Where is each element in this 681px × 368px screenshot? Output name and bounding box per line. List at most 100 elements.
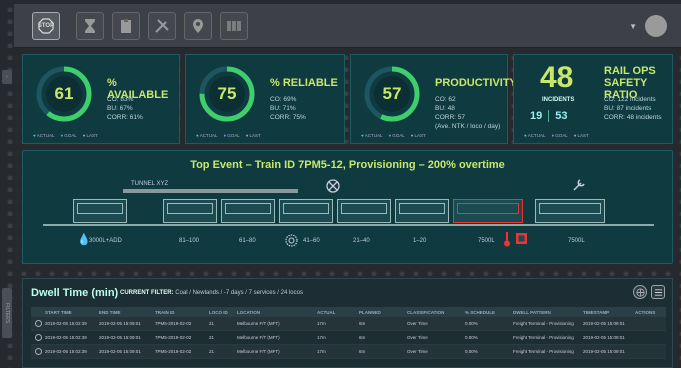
table-cell: 2019-02-05 15:09:01 — [583, 321, 625, 326]
available-value: 61 — [54, 84, 74, 103]
row-expand-cell[interactable] — [31, 334, 45, 341]
wagon[interactable] — [163, 199, 217, 223]
row-expand-cell[interactable] — [31, 348, 45, 355]
table-cell: 17m — [317, 349, 326, 354]
legend-goal: GOAL — [388, 133, 405, 138]
barcode-icon — [227, 21, 241, 31]
table-cell: 2019-02-05 15:02:39 — [45, 321, 87, 326]
table-cell: Freight Terminal - Provisioning — [513, 349, 574, 354]
current-filter: CURRENT FILTER: Coal / Newlands / -7 day… — [120, 290, 303, 296]
legend-actual: ACTUAL — [361, 133, 383, 138]
kpi-card-productivity[interactable]: 57 PRODUCTIVITY CO: 62 BU: 48 CORR: 57 (… — [350, 54, 517, 144]
table-cell: 2019-02-05 15:09:01 — [99, 349, 141, 354]
row-expand-cell[interactable] — [31, 320, 45, 327]
wagon[interactable] — [337, 199, 391, 223]
stop-button[interactable]: STOP — [32, 12, 60, 40]
hourglass-icon — [85, 19, 95, 33]
column-header[interactable]: START TIME — [45, 310, 99, 315]
locomotive-front[interactable] — [73, 199, 127, 223]
avatar[interactable] — [645, 15, 667, 37]
expand-row-icon[interactable] — [35, 320, 42, 327]
hourglass-button[interactable] — [76, 12, 104, 40]
column-header[interactable]: ACTIONS — [635, 310, 666, 315]
table-cell: 0.00% — [465, 349, 478, 354]
legend-actual: ACTUAL — [33, 133, 55, 138]
segment-label: 3000L+ADD — [89, 238, 122, 244]
column-header[interactable]: PLANNED — [359, 310, 407, 315]
filter-value: Coal / Newlands / -7 days / 7 services /… — [175, 290, 303, 296]
legend-actual: ACTUAL — [196, 133, 218, 138]
filter-label: CURRENT FILTER: — [120, 290, 174, 296]
tools-icon — [155, 19, 169, 33]
table-cell: 21 — [209, 349, 215, 354]
tools-button[interactable] — [148, 12, 176, 40]
column-header[interactable]: DWELL PATTERN — [513, 310, 583, 315]
reliable-breakdown: CO: 69% BU: 71% CORR: 75% — [270, 95, 306, 122]
table-cell: Over Time — [407, 335, 428, 340]
productivity-co: CO: 62 — [435, 96, 456, 103]
kpi-card-safety[interactable]: 48 INCIDENTS 19 53 RAIL OPS SAFETY RATIO… — [513, 54, 673, 144]
barcode-button[interactable] — [220, 12, 248, 40]
list-view-button[interactable] — [651, 285, 665, 299]
column-header[interactable]: END TIME — [99, 310, 155, 315]
column-header[interactable]: LOCO ID — [209, 310, 237, 315]
incidents-label: INCIDENTS — [542, 97, 575, 103]
kpi-card-available[interactable]: 61 % AVAILABLE CO: 83% BU: 67% CORR: 61%… — [22, 54, 180, 144]
clipboard-button[interactable] — [112, 12, 140, 40]
incidents-values: 19 53 — [530, 110, 568, 122]
location-button[interactable] — [184, 12, 212, 40]
available-co: CO: 83% — [107, 96, 134, 103]
column-header[interactable]: TRAIN ID — [155, 310, 209, 315]
wagon[interactable] — [279, 199, 333, 223]
column-header[interactable]: TIMESTAMP — [583, 310, 635, 315]
side-expand-handle[interactable]: › — [2, 70, 12, 84]
dwell-time-panel: Dwell Time (min) CURRENT FILTER: Coal / … — [22, 278, 673, 368]
column-header[interactable]: CLASSIFICATION — [407, 310, 465, 315]
table-cell: 7PM5-2019-02-02 — [155, 321, 192, 326]
gauge-legend: ACTUAL GOAL LAST — [196, 133, 261, 138]
table-cell: Over Time — [407, 321, 428, 326]
table-row[interactable]: 2019-02-05 15:02:39 2019-02-05 15:09:01 7P… — [31, 345, 666, 359]
table-cell: 7PM5-2019-02-02 — [155, 335, 192, 340]
table-cell: Melbourne F/T (MFT) — [237, 335, 280, 340]
productivity-title: PRODUCTIVITY — [435, 77, 517, 89]
legend-last: LAST — [411, 133, 425, 138]
table-cell: 17m — [317, 335, 326, 340]
segment-label: 81–100 — [179, 238, 200, 244]
user-menu-caret-icon[interactable]: ▼ — [629, 22, 637, 31]
safety-value: 48 — [540, 61, 574, 94]
dwell-table: START TIME END TIME TRAIN ID LOCO ID LOCATIO… — [31, 307, 666, 359]
legend-last: LAST — [246, 133, 260, 138]
expand-row-icon[interactable] — [35, 348, 42, 355]
stop-label: STOP — [37, 23, 55, 29]
column-header[interactable]: % SCHEDULE — [465, 310, 513, 315]
reliable-corr: CORR: 75% — [270, 114, 306, 121]
table-cell: Melbourne F/T (MFT) — [237, 349, 280, 354]
table-row[interactable]: 2019-02-05 15:02:39 2019-02-05 15:09:01 7P… — [31, 331, 666, 345]
locomotive-alert[interactable] — [453, 199, 523, 223]
available-bu: BU: 67% — [107, 105, 133, 112]
blocked-circle-icon[interactable] — [326, 179, 340, 193]
column-header[interactable]: ACTUAL — [317, 310, 359, 315]
wagon[interactable] — [221, 199, 275, 223]
locomotive-rear[interactable] — [535, 199, 605, 223]
filters-side-tab[interactable]: FILTERS — [2, 288, 12, 338]
column-header[interactable]: LOCATION — [237, 310, 317, 315]
globe-icon — [635, 287, 645, 297]
expand-row-icon[interactable] — [35, 334, 42, 341]
gauge-legend: ACTUAL GOAL LAST — [33, 133, 98, 138]
table-row[interactable]: 2019-02-05 15:02:39 2019-02-05 15:09:01 7P… — [31, 317, 666, 331]
tunnel-label: TUNNEL XYZ — [131, 181, 169, 187]
reliable-bu: BU: 71% — [270, 105, 296, 112]
productivity-breakdown: CO: 62 BU: 48 CORR: 57 (Ave. NTK / loco … — [435, 95, 500, 131]
kpi-card-reliable[interactable]: 75 % RELIABLE CO: 69% BU: 71% CORR: 75% … — [185, 54, 345, 144]
productivity-bu: BU: 48 — [435, 105, 455, 112]
productivity-corr: CORR: 57 — [435, 114, 465, 121]
top-event-panel[interactable]: Top Event – Train ID 7PM5-12, Provisioni… — [22, 150, 673, 264]
productivity-unit: (Ave. NTK / loco / day) — [435, 123, 501, 130]
wagon[interactable] — [395, 199, 449, 223]
segment-label: 7500L — [478, 238, 495, 244]
globe-button[interactable] — [633, 285, 647, 299]
track-line — [43, 224, 654, 226]
wrench-icon[interactable] — [571, 177, 587, 193]
